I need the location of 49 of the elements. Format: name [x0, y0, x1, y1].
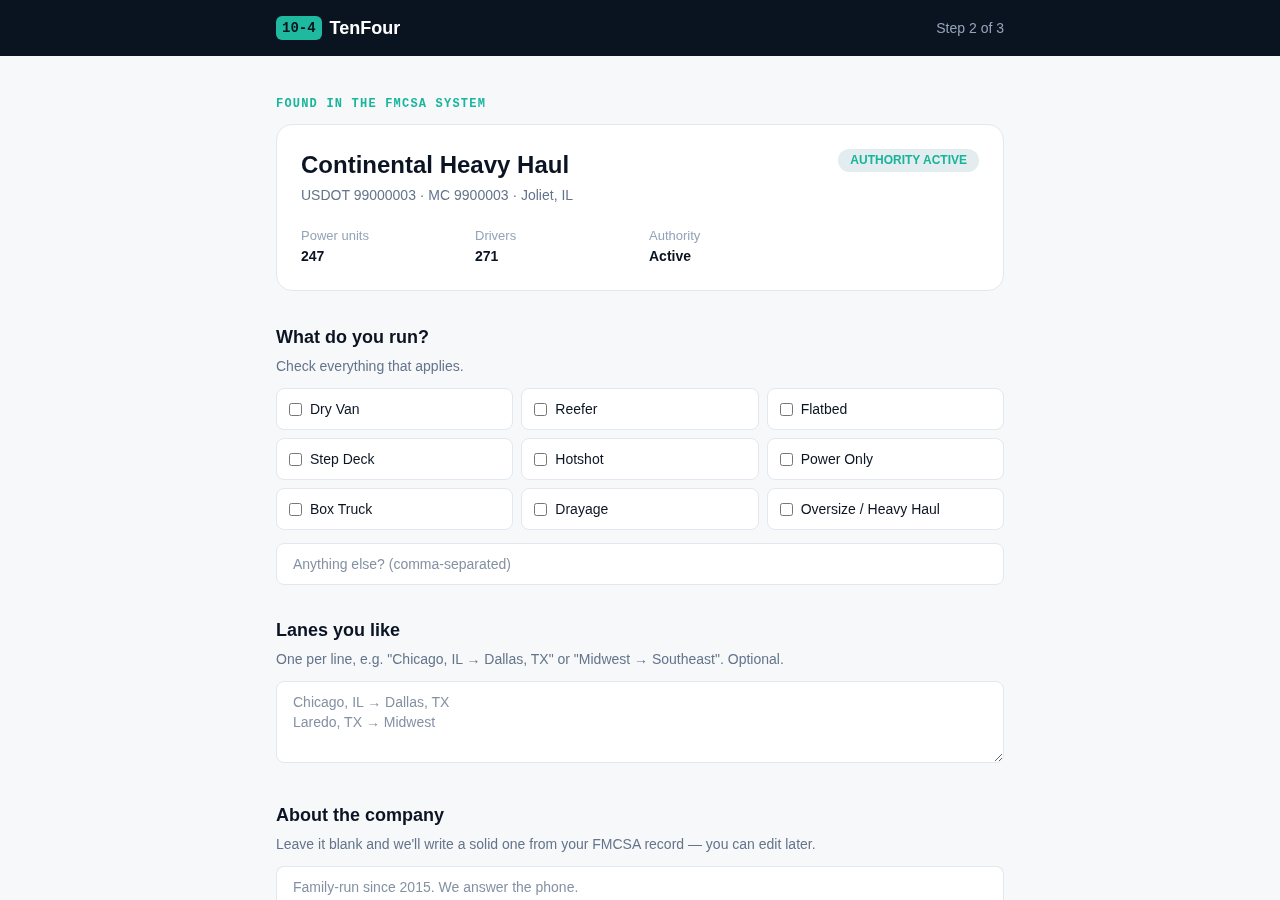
option-label: Box Truck [310, 500, 373, 519]
equipment-option[interactable]: Oversize / Heavy Haul [766, 488, 1004, 530]
other-equipment-field[interactable]: Anything else? (comma-separated) [276, 543, 1004, 585]
section-heading: About the company [276, 804, 445, 827]
brand-name: TenFour [329, 17, 401, 40]
option-label: Dry Van [310, 400, 360, 419]
stat-label: Drivers [475, 227, 517, 245]
section-eyebrow: FOUND IN THE FMCSA SYSTEM [276, 96, 488, 112]
option-label: Power Only [800, 450, 873, 469]
equipment-option[interactable]: Power Only [766, 438, 1004, 480]
option-label: Reefer [555, 400, 598, 419]
section-hint: Leave it blank and we'll write a solid one from your FMCSA record — you can edit later. [276, 835, 817, 854]
option-label: Flatbed [800, 400, 848, 419]
stat-label: Power units [301, 227, 369, 245]
option-label: Drayage [555, 500, 609, 519]
equipment-option[interactable]: Box Truck [276, 488, 514, 530]
checkbox[interactable] [779, 402, 793, 416]
option-label: Step Deck [310, 450, 375, 469]
equipment-option[interactable]: Flatbed [766, 388, 1004, 430]
checkbox[interactable] [779, 452, 793, 466]
checkbox[interactable] [779, 502, 793, 516]
equipment-option[interactable]: Step Deck [276, 438, 514, 480]
stat-value: 247 [301, 247, 325, 266]
step-indicator: Step 2 of 3 [936, 19, 1004, 38]
equipment-option[interactable]: Drayage [521, 488, 759, 530]
stat-label: Authority [649, 227, 701, 245]
checkbox[interactable] [534, 402, 548, 416]
checkbox[interactable] [289, 402, 302, 416]
about-field[interactable]: Family-run since 2015. We answer the phone. [276, 866, 1004, 900]
checkbox[interactable] [289, 502, 302, 516]
status-badge: AUTHORITY ACTIVE [838, 149, 979, 172]
section-heading: Lanes you like [276, 619, 402, 642]
stat-value: 271 [475, 247, 499, 266]
section-heading: What do you run? [276, 326, 430, 349]
equipment-option[interactable]: Hotshot [521, 438, 759, 480]
checkbox[interactable] [289, 452, 302, 466]
section-hint: One per line, e.g. "Chicago, IL → Dallas, TX" or "Midwest → Southeast". Optional. [276, 650, 785, 669]
section-hint: Check everything that applies. [276, 357, 465, 376]
checkbox[interactable] [534, 502, 548, 516]
logo-mark: 10-4 [276, 16, 322, 40]
equipment-option[interactable]: Reefer [521, 388, 759, 430]
company-name: Continental Heavy Haul [301, 150, 570, 180]
company-details: USDOT 99000003 · MC 9900003 · Joliet, IL [301, 186, 575, 205]
checkbox[interactable] [534, 452, 548, 466]
option-label: Oversize / Heavy Haul [800, 500, 940, 519]
equipment-option[interactable]: Dry Van [276, 388, 514, 430]
option-label: Hotshot [555, 450, 604, 469]
lanes-field[interactable]: Chicago, IL → Dallas, TX Laredo, TX → Midwest [276, 681, 1004, 763]
stat-value: Active [649, 247, 692, 266]
